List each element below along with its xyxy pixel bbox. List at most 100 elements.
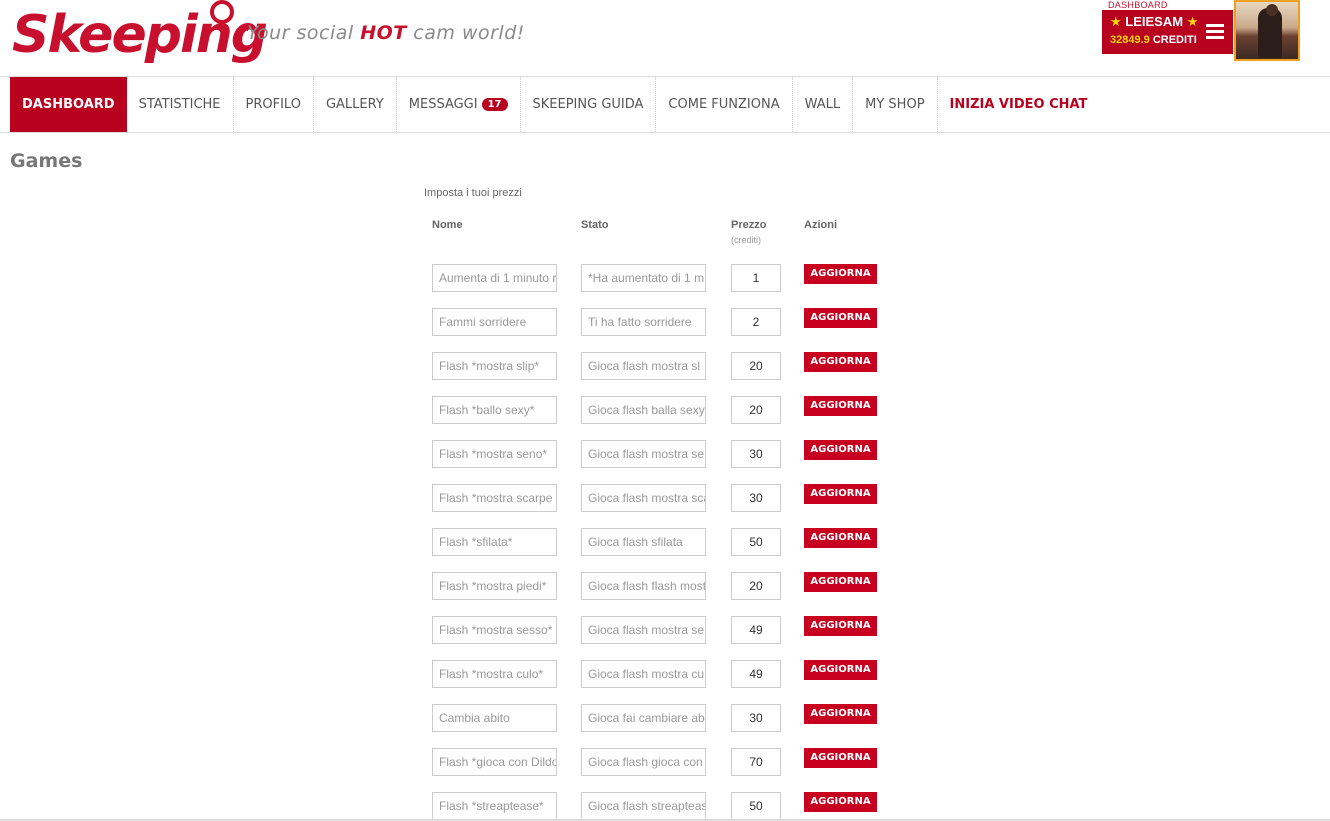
aggiorna-button[interactable]: AGGIORNA bbox=[804, 528, 877, 548]
star-icon: ★ bbox=[1110, 14, 1122, 29]
nome-input[interactable]: Fammi sorridere bbox=[432, 308, 557, 336]
nome-input[interactable]: Flash *ballo sexy* bbox=[432, 396, 557, 424]
stato-input[interactable]: Gioca fai cambiare abi bbox=[581, 704, 706, 732]
nav-inizia-video-chat[interactable]: INIZIA VIDEO CHAT bbox=[938, 77, 1100, 132]
stato-input[interactable]: Gioca flash flash most bbox=[581, 572, 706, 600]
stato-input[interactable]: Gioca flash mostra sl bbox=[581, 352, 706, 380]
aggiorna-button[interactable]: AGGIORNA bbox=[804, 704, 877, 724]
main-nav: DASHBOARD STATISTICHE PROFILO GALLERY ME… bbox=[10, 77, 1099, 132]
aggiorna-button[interactable]: AGGIORNA bbox=[804, 396, 877, 416]
prezzo-input[interactable]: 30 bbox=[731, 484, 781, 512]
column-header-azioni: Azioni bbox=[804, 219, 837, 231]
table-row: Flash *sfilata* Gioca flash sfilata 50 AGGI… bbox=[0, 528, 1330, 558]
stato-input[interactable]: Gioca flash gioca con l bbox=[581, 748, 706, 776]
prezzo-input[interactable]: 20 bbox=[731, 352, 781, 380]
prezzo-input[interactable]: 1 bbox=[731, 264, 781, 292]
stato-input[interactable]: Gioca flash mostra se bbox=[581, 440, 706, 468]
nav-dashboard[interactable]: DASHBOARD bbox=[10, 77, 127, 132]
user-box[interactable]: ★ LEIESAM ★ 32849.9 CREDITI bbox=[1102, 10, 1233, 54]
nome-input[interactable]: Flash *mostra slip* bbox=[432, 352, 557, 380]
aggiorna-button[interactable]: AGGIORNA bbox=[804, 484, 877, 504]
skeeping-logo[interactable]: Skeeping ↗ bbox=[12, 0, 268, 68]
nav-label: SKEEPING GUIDA bbox=[532, 97, 644, 112]
avatar[interactable] bbox=[1234, 0, 1300, 61]
table-row: Flash *mostra scarpe Gioca flash mostra s… bbox=[0, 484, 1330, 514]
aggiorna-button[interactable]: AGGIORNA bbox=[804, 352, 877, 372]
prezzo-input[interactable]: 49 bbox=[731, 660, 781, 688]
nav-my-shop[interactable]: MY SHOP bbox=[853, 77, 938, 132]
nav-messaggi[interactable]: MESSAGGI 17 bbox=[397, 77, 521, 132]
aggiorna-button[interactable]: AGGIORNA bbox=[804, 792, 877, 812]
aggiorna-button[interactable]: AGGIORNA bbox=[804, 748, 877, 768]
page-title: Games bbox=[10, 150, 83, 172]
prezzo-input[interactable]: 30 bbox=[731, 704, 781, 732]
stato-input[interactable]: Gioca flash balla sexy bbox=[581, 396, 706, 424]
credits-value: 32849.9 bbox=[1110, 34, 1150, 46]
stato-input[interactable]: Gioca flash sfilata bbox=[581, 528, 706, 556]
table-row: Flash *gioca con Dildo Gioca flash gioca … bbox=[0, 748, 1330, 778]
messages-count-badge: 17 bbox=[481, 98, 508, 111]
aggiorna-button[interactable]: AGGIORNA bbox=[804, 308, 877, 328]
nav-label: COME FUNZIONA bbox=[668, 97, 780, 112]
aggiorna-button[interactable]: AGGIORNA bbox=[804, 616, 877, 636]
dashboard-label[interactable]: DASHBOARD bbox=[1108, 0, 1168, 10]
stato-input[interactable]: Ti ha fatto sorridere bbox=[581, 308, 706, 336]
aggiorna-button[interactable]: AGGIORNA bbox=[804, 264, 877, 284]
stato-input[interactable]: Gioca flash streapteas bbox=[581, 792, 706, 820]
nome-input[interactable]: Cambia abito bbox=[432, 704, 557, 732]
prezzo-input[interactable]: 20 bbox=[731, 572, 781, 600]
tagline-post: cam world! bbox=[406, 22, 525, 44]
nav-gallery[interactable]: GALLERY bbox=[314, 77, 397, 132]
nav-skeeping-guida[interactable]: SKEEPING GUIDA bbox=[521, 77, 657, 132]
table-row: Aumenta di 1 minuto r *Ha aumentato di 1 … bbox=[0, 264, 1330, 294]
table-row: Flash *mostra culo* Gioca flash mostra cu… bbox=[0, 660, 1330, 690]
nav-profilo[interactable]: PROFILO bbox=[234, 77, 314, 132]
nav-statistiche[interactable]: STATISTICHE bbox=[127, 77, 234, 132]
nav-label: DASHBOARD bbox=[22, 97, 115, 112]
nome-input[interactable]: Flash *mostra piedi* bbox=[432, 572, 557, 600]
credits-display: 32849.9 CREDITI bbox=[1110, 34, 1197, 46]
nome-input[interactable]: Flash *streaptease* bbox=[432, 792, 557, 820]
nav-label: PROFILO bbox=[245, 97, 301, 112]
aggiorna-button[interactable]: AGGIORNA bbox=[804, 440, 877, 460]
stato-input[interactable]: Gioca flash mostra sca bbox=[581, 484, 706, 512]
nome-input[interactable]: Flash *mostra culo* bbox=[432, 660, 557, 688]
table-row: Flash *streaptease* Gioca flash streaptea… bbox=[0, 792, 1330, 821]
stato-input[interactable]: Gioca flash mostra cu bbox=[581, 660, 706, 688]
section-subtitle: Imposta i tuoi prezzi bbox=[424, 187, 522, 199]
nav-divider bbox=[0, 132, 1330, 133]
prezzo-input[interactable]: 49 bbox=[731, 616, 781, 644]
logo-ring-icon bbox=[210, 0, 234, 24]
stato-input[interactable]: Gioca flash mostra se bbox=[581, 616, 706, 644]
nome-input[interactable]: Flash *mostra sesso* bbox=[432, 616, 557, 644]
username-text: LEIESAM bbox=[1125, 14, 1184, 29]
table-row: Flash *mostra seno* Gioca flash mostra se… bbox=[0, 440, 1330, 470]
nav-label: MY SHOP bbox=[865, 97, 925, 112]
credits-label: CREDITI bbox=[1152, 34, 1197, 46]
column-header-nome: Nome bbox=[432, 219, 463, 231]
prezzo-input[interactable]: 50 bbox=[731, 528, 781, 556]
prezzo-input[interactable]: 2 bbox=[731, 308, 781, 336]
nome-input[interactable]: Aumenta di 1 minuto r bbox=[432, 264, 557, 292]
prezzo-input[interactable]: 30 bbox=[731, 440, 781, 468]
nav-wall[interactable]: WALL bbox=[793, 77, 854, 132]
site-header: Skeeping ↗ Your social HOT cam world! DA… bbox=[0, 0, 1330, 76]
nome-input[interactable]: Flash *gioca con Dildo bbox=[432, 748, 557, 776]
prezzo-input[interactable]: 50 bbox=[731, 792, 781, 820]
nav-come-funziona[interactable]: COME FUNZIONA bbox=[656, 77, 793, 132]
nome-input[interactable]: Flash *mostra scarpe bbox=[432, 484, 557, 512]
hamburger-menu-icon[interactable] bbox=[1206, 24, 1224, 40]
tagline-pre: Your social bbox=[247, 22, 361, 44]
nome-input[interactable]: Flash *mostra seno* bbox=[432, 440, 557, 468]
aggiorna-button[interactable]: AGGIORNA bbox=[804, 572, 877, 592]
stato-input[interactable]: *Ha aumentato di 1 m bbox=[581, 264, 706, 292]
table-row: Flash *mostra piedi* Gioca flash flash mo… bbox=[0, 572, 1330, 602]
nav-label: WALL bbox=[804, 97, 841, 112]
nome-input[interactable]: Flash *sfilata* bbox=[432, 528, 557, 556]
tagline: Your social HOT cam world! bbox=[247, 22, 525, 44]
aggiorna-button[interactable]: AGGIORNA bbox=[804, 660, 877, 680]
prezzo-input[interactable]: 20 bbox=[731, 396, 781, 424]
nav-label: GALLERY bbox=[325, 97, 384, 112]
table-row: Fammi sorridere Ti ha fatto sorridere 2 AGG… bbox=[0, 308, 1330, 338]
prezzo-input[interactable]: 70 bbox=[731, 748, 781, 776]
